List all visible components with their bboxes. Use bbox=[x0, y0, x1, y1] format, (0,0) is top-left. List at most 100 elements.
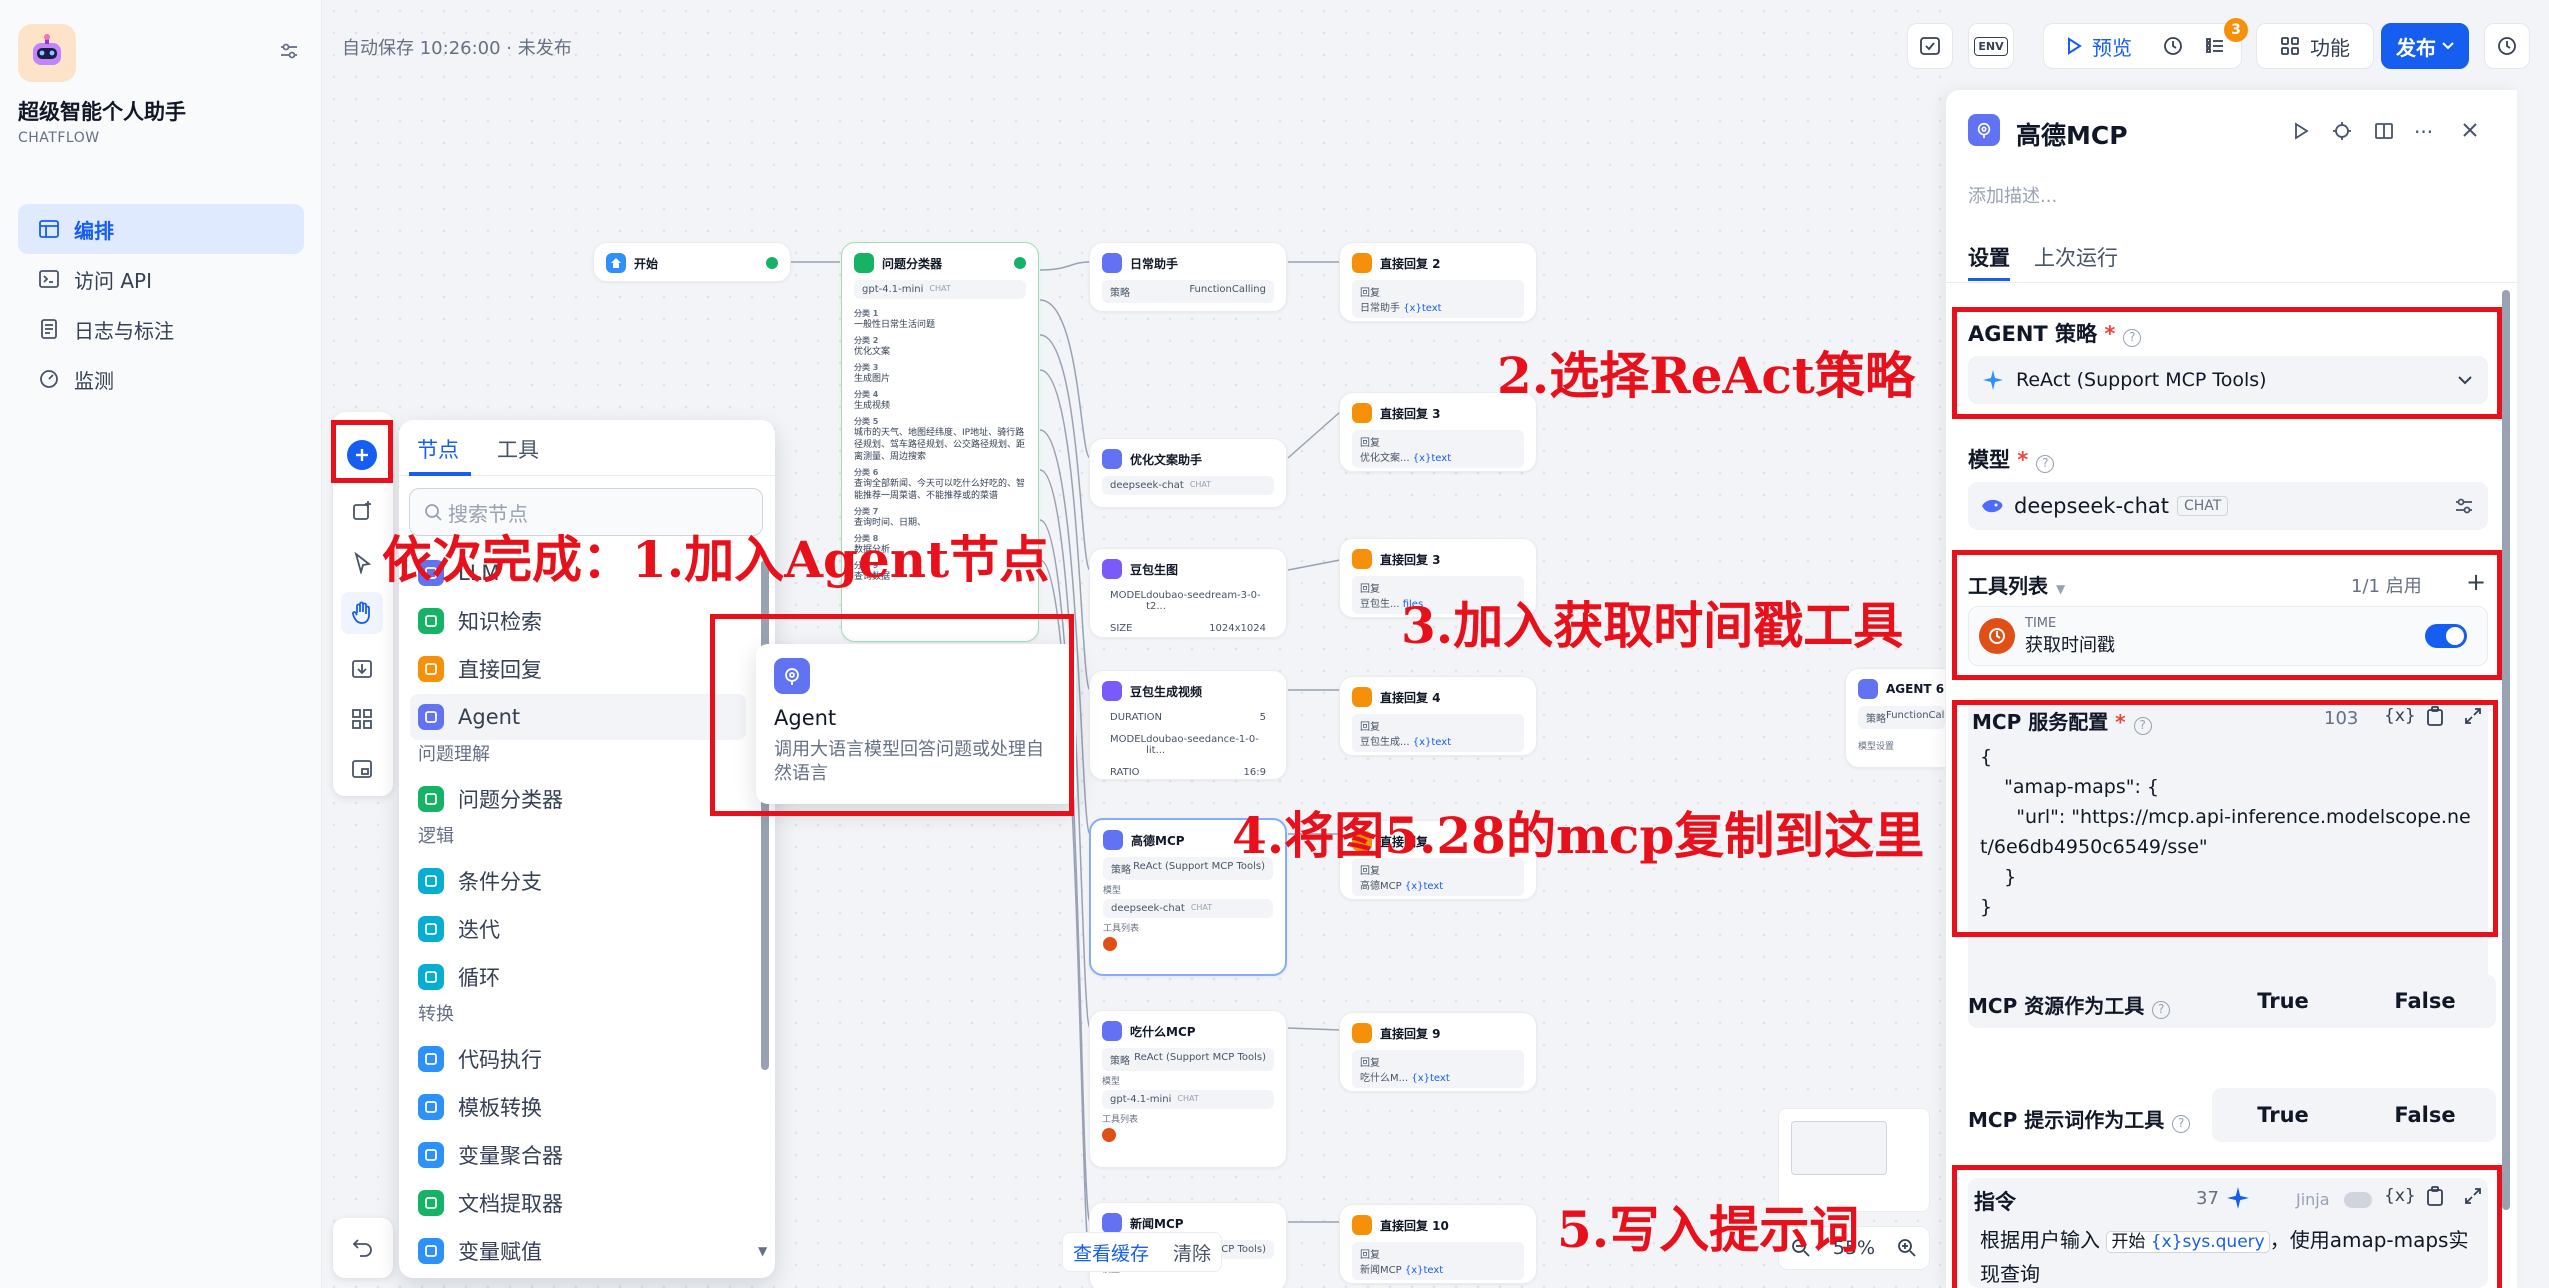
node-option[interactable]: 文档提取器 bbox=[410, 1180, 746, 1226]
features-button[interactable]: 功能 bbox=[2256, 23, 2374, 69]
description-input[interactable]: 添加描述... bbox=[1968, 182, 2057, 208]
node-agent-6[interactable]: AGENT 6 策略 FunctionCall 模型设置 bbox=[1845, 668, 1945, 768]
node-optimize-assistant[interactable]: 优化文案助手 deepseek-chat CHAT bbox=[1089, 438, 1287, 508]
tab-indicator bbox=[1968, 278, 2010, 281]
agent-icon bbox=[1102, 1213, 1122, 1233]
locate-icon[interactable] bbox=[2332, 121, 2352, 141]
tab-nodes[interactable]: 节点 bbox=[417, 434, 459, 464]
strategy-select[interactable]: ReAct (Support MCP Tools) bbox=[1968, 356, 2488, 404]
features-label: 功能 bbox=[2310, 35, 2350, 60]
node-option[interactable]: 直接回复 bbox=[410, 646, 746, 692]
node-option[interactable]: 代码执行 bbox=[410, 1036, 746, 1082]
more-icon[interactable]: ··· bbox=[2414, 120, 2433, 144]
env-button[interactable]: ENV bbox=[1968, 23, 2014, 69]
false-option[interactable]: False bbox=[2354, 1103, 2496, 1127]
reply-icon bbox=[1352, 549, 1372, 569]
row-value: 1024x1024 bbox=[1209, 623, 1266, 634]
panel-scrollbar[interactable] bbox=[2502, 290, 2510, 1210]
zoom-in-icon[interactable] bbox=[1897, 1238, 1917, 1258]
node-daily-assistant[interactable]: 日常助手 策略 FunctionCalling bbox=[1089, 242, 1287, 312]
node-reply-10[interactable]: 直接回复 10 回复 新闻MCP {x}text bbox=[1339, 1204, 1537, 1284]
node-eat-mcp[interactable]: 吃什么MCP 策略 ReAct (Support MCP Tools) 模型 gp… bbox=[1089, 1010, 1287, 1168]
node-start[interactable]: 开始 bbox=[593, 242, 791, 282]
tab-last-run[interactable]: 上次运行 bbox=[2034, 242, 2118, 272]
clock-icon bbox=[1103, 937, 1117, 951]
checklist-icon[interactable] bbox=[2204, 35, 2226, 57]
instruction-text[interactable]: 根据用户输入 开始 {x}sys.query ，使用amap-maps实现查询 bbox=[1980, 1224, 2480, 1288]
minimap-viewport[interactable] bbox=[1791, 1121, 1887, 1175]
history-run-icon[interactable] bbox=[2162, 35, 2184, 57]
add-tool-icon[interactable]: + bbox=[2466, 568, 2486, 596]
close-icon[interactable] bbox=[2462, 122, 2478, 138]
reply-box: 回复 豆包生成... {x}text bbox=[1352, 714, 1524, 752]
class-name: 分类 6 bbox=[854, 468, 879, 477]
label-text: 工具列表 bbox=[1968, 574, 2048, 598]
model-settings-icon[interactable] bbox=[2454, 497, 2474, 515]
node-option[interactable]: 模板转换 bbox=[410, 1084, 746, 1130]
jinja-toggle[interactable] bbox=[2344, 1192, 2372, 1208]
model-select[interactable]: deepseek-chat CHAT bbox=[1968, 482, 2488, 530]
organize-icon[interactable] bbox=[351, 708, 373, 730]
panel-title[interactable]: 高德MCP bbox=[2016, 116, 2128, 152]
node-option[interactable]: 迭代 bbox=[410, 906, 746, 952]
ai-generate-icon[interactable] bbox=[2226, 1186, 2250, 1210]
false-option[interactable]: False bbox=[2354, 989, 2496, 1013]
row-key: 策略 bbox=[1111, 865, 1131, 876]
node-type-icon bbox=[418, 868, 444, 894]
mcp-resources-toggle[interactable]: True False bbox=[2212, 974, 2496, 1028]
node-doubao-video[interactable]: 豆包生成视频 DURATION 5 MODEL doubao-seedance-1-… bbox=[1089, 670, 1287, 780]
mcp-config-json[interactable]: { "amap-maps": { "url": "https://mcp.api… bbox=[1980, 742, 2480, 922]
node-option[interactable]: 知识检索 bbox=[410, 598, 746, 644]
node-option[interactable]: 条件分支 bbox=[410, 858, 746, 904]
export-image-icon[interactable] bbox=[351, 658, 373, 680]
node-option[interactable]: 变量聚合器 bbox=[410, 1132, 746, 1178]
row-key: 策略 bbox=[1110, 1056, 1130, 1067]
node-reply-9[interactable]: 直接回复 9 回复 吃什么M... {x}text bbox=[1339, 1012, 1537, 1092]
publish-button[interactable]: 发布 bbox=[2381, 23, 2469, 69]
true-option[interactable]: True bbox=[2212, 989, 2354, 1013]
insert-variable-icon[interactable]: {x} bbox=[2384, 706, 2416, 726]
canvas-toolbar bbox=[333, 412, 393, 796]
node-option[interactable]: 问题分类器 bbox=[410, 776, 746, 822]
variable-chip[interactable]: 开始 {x}sys.query bbox=[2106, 1231, 2270, 1253]
tool-enable-toggle[interactable] bbox=[2425, 624, 2467, 648]
node-reply-4[interactable]: 直接回复 4 回复 豆包生成... {x}text bbox=[1339, 676, 1537, 756]
add-note-icon[interactable] bbox=[351, 500, 373, 522]
mcp-prompts-toggle[interactable]: True False bbox=[2212, 1088, 2496, 1142]
node-option[interactable]: 变量赋值 bbox=[410, 1228, 746, 1268]
node-option[interactable]: Agent bbox=[410, 694, 746, 740]
strategy-value: ReAct (Support MCP Tools) bbox=[2016, 369, 2267, 391]
clear-cache-button[interactable]: 清除 bbox=[1173, 1239, 1211, 1266]
tab-indicator bbox=[409, 472, 471, 476]
hand-icon[interactable] bbox=[341, 592, 383, 634]
version-history-button[interactable] bbox=[2484, 23, 2530, 69]
node-option[interactable]: 循环 bbox=[410, 954, 746, 1000]
run-icon[interactable] bbox=[2292, 122, 2310, 140]
checklist-icon-button[interactable] bbox=[1907, 23, 1953, 69]
tool-item[interactable]: TIME 获取时间戳 bbox=[1968, 606, 2488, 666]
expand-icon[interactable] bbox=[2464, 707, 2482, 725]
pointer-icon[interactable] bbox=[353, 552, 373, 574]
minimap-toggle-icon[interactable] bbox=[351, 758, 373, 780]
view-cache-button[interactable]: 查看缓存 bbox=[1073, 1239, 1149, 1266]
insert-variable-icon[interactable]: {x} bbox=[2384, 1186, 2416, 1206]
add-node-icon[interactable] bbox=[347, 440, 377, 470]
picker-scrollbar[interactable] bbox=[761, 560, 769, 1070]
copy-icon[interactable] bbox=[2426, 706, 2444, 726]
tab-settings[interactable]: 设置 bbox=[1968, 242, 2010, 272]
expand-icon[interactable] bbox=[2464, 1187, 2482, 1205]
undo-icon[interactable] bbox=[333, 1218, 393, 1278]
instruction-char-count: 37 bbox=[2196, 1188, 2219, 1209]
true-option[interactable]: True bbox=[2212, 1103, 2354, 1127]
preview-button[interactable]: 预览 bbox=[2092, 32, 2132, 61]
copy-icon[interactable] bbox=[2426, 1186, 2444, 1206]
row-key: 策略 bbox=[1866, 714, 1886, 725]
node-title: 直接回复 4 bbox=[1380, 690, 1441, 705]
node-type-icon bbox=[418, 704, 444, 730]
node-doubao-image[interactable]: 豆包生图 MODEL doubao-seedream-3-0-t2... SIZE… bbox=[1089, 548, 1287, 638]
tab-tools[interactable]: 工具 bbox=[497, 434, 539, 464]
class-name: 分类 3 bbox=[854, 363, 879, 372]
scroll-down-icon[interactable]: ▼ bbox=[758, 1244, 767, 1258]
book-icon[interactable] bbox=[2374, 121, 2394, 141]
node-reply-2[interactable]: 直接回复 2 回复 日常助手 {x}text bbox=[1339, 242, 1537, 322]
